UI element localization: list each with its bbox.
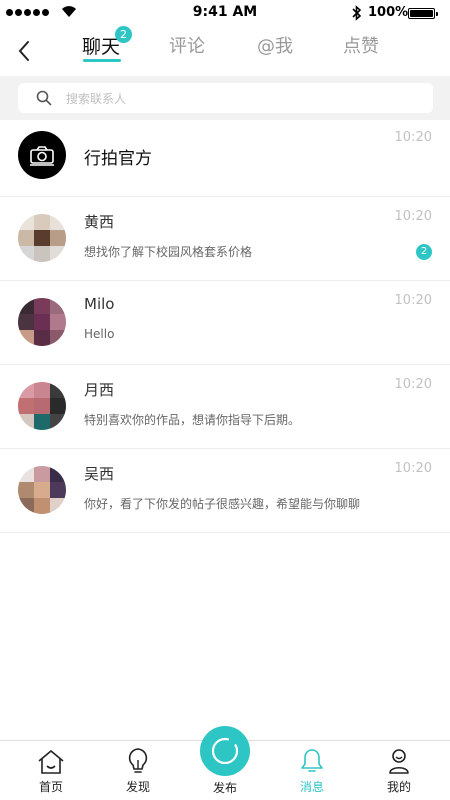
conversation-time: 10:20 bbox=[394, 461, 432, 476]
chevron-left-icon bbox=[18, 41, 29, 61]
search-icon bbox=[36, 90, 52, 106]
active-tab-indicator bbox=[83, 59, 121, 62]
bell-icon bbox=[301, 749, 323, 772]
conversation-item[interactable]: Milo Hello 10:20 bbox=[0, 281, 450, 365]
publish-icon bbox=[211, 737, 239, 765]
nav-home[interactable]: 首页 bbox=[16, 747, 86, 795]
nav-messages[interactable]: 消息 bbox=[277, 747, 347, 795]
conversation-name: 吴西 bbox=[84, 465, 115, 483]
search-placeholder: 搜索联系人 bbox=[66, 92, 127, 106]
conversation-item[interactable]: 吴西 你好，看了下你发的帖子很感兴趣，希望能与你聊聊 10:20 bbox=[0, 449, 450, 533]
camera-icon bbox=[30, 146, 54, 166]
header: 聊天 2 评论 @我 点赞 bbox=[0, 26, 450, 76]
user-icon bbox=[389, 749, 409, 774]
nav-profile[interactable]: 我的 bbox=[364, 747, 434, 795]
tab-chat-label: 聊天 bbox=[82, 36, 121, 58]
nav-home-label: 首页 bbox=[38, 780, 63, 794]
nav-publish-label: 发布 bbox=[212, 781, 237, 795]
conversation-name: Milo bbox=[84, 295, 115, 313]
tab-mentions[interactable]: @我 bbox=[257, 32, 293, 58]
status-bar: 9:41 AM 100% bbox=[0, 0, 450, 26]
nav-profile-label: 我的 bbox=[386, 780, 411, 794]
tab-comments[interactable]: 评论 bbox=[169, 32, 205, 58]
battery-icon bbox=[408, 8, 438, 19]
conversation-item[interactable]: 黄西 想找你了解下校园风格套系价格 10:20 2 bbox=[0, 197, 450, 281]
nav-discover[interactable]: 发现 bbox=[103, 747, 173, 795]
nav-messages-label: 消息 bbox=[299, 780, 324, 794]
conversation-time: 10:20 bbox=[394, 293, 432, 308]
conversation-item[interactable]: 行拍官方 10:20 bbox=[0, 120, 450, 197]
nav-discover-label: 发现 bbox=[125, 780, 150, 794]
avatar bbox=[18, 214, 66, 262]
conversation-message: 你好，看了下你发的帖子很感兴趣，希望能与你聊聊 bbox=[84, 497, 361, 511]
tab-comments-label: 评论 bbox=[169, 36, 205, 57]
avatar bbox=[18, 131, 66, 179]
conversation-time: 10:20 bbox=[394, 209, 432, 224]
conversation-item[interactable]: 月西 特别喜欢你的作品，想请你指导下后期。 10:20 bbox=[0, 365, 450, 449]
conversation-name: 月西 bbox=[84, 381, 115, 399]
conversation-name: 行拍官方 bbox=[84, 149, 152, 169]
conversation-name: 黄西 bbox=[84, 213, 115, 231]
conversation-time: 10:20 bbox=[394, 377, 432, 392]
back-button[interactable] bbox=[12, 36, 36, 66]
conversation-message: Hello bbox=[84, 327, 115, 341]
home-icon bbox=[38, 750, 64, 774]
conversation-message: 想找你了解下校园风格套系价格 bbox=[84, 245, 253, 259]
avatar bbox=[18, 466, 66, 514]
bluetooth-icon bbox=[352, 5, 362, 21]
tab-chat-badge: 2 bbox=[115, 26, 132, 43]
tab-mentions-label: @我 bbox=[257, 36, 293, 57]
publish-button[interactable] bbox=[200, 726, 250, 776]
avatar bbox=[18, 382, 66, 430]
search-bar: 搜索联系人 bbox=[0, 76, 450, 120]
lightbulb-icon bbox=[128, 748, 148, 773]
battery-percent: 100% bbox=[368, 5, 409, 20]
conversation-time: 10:20 bbox=[394, 130, 432, 145]
unread-badge: 2 bbox=[416, 244, 432, 260]
tab-likes-label: 点赞 bbox=[343, 36, 379, 57]
tab-likes[interactable]: 点赞 bbox=[343, 32, 379, 58]
conversation-message: 特别喜欢你的作品，想请你指导下后期。 bbox=[84, 413, 301, 427]
avatar bbox=[18, 298, 66, 346]
search-input[interactable]: 搜索联系人 bbox=[18, 83, 433, 113]
